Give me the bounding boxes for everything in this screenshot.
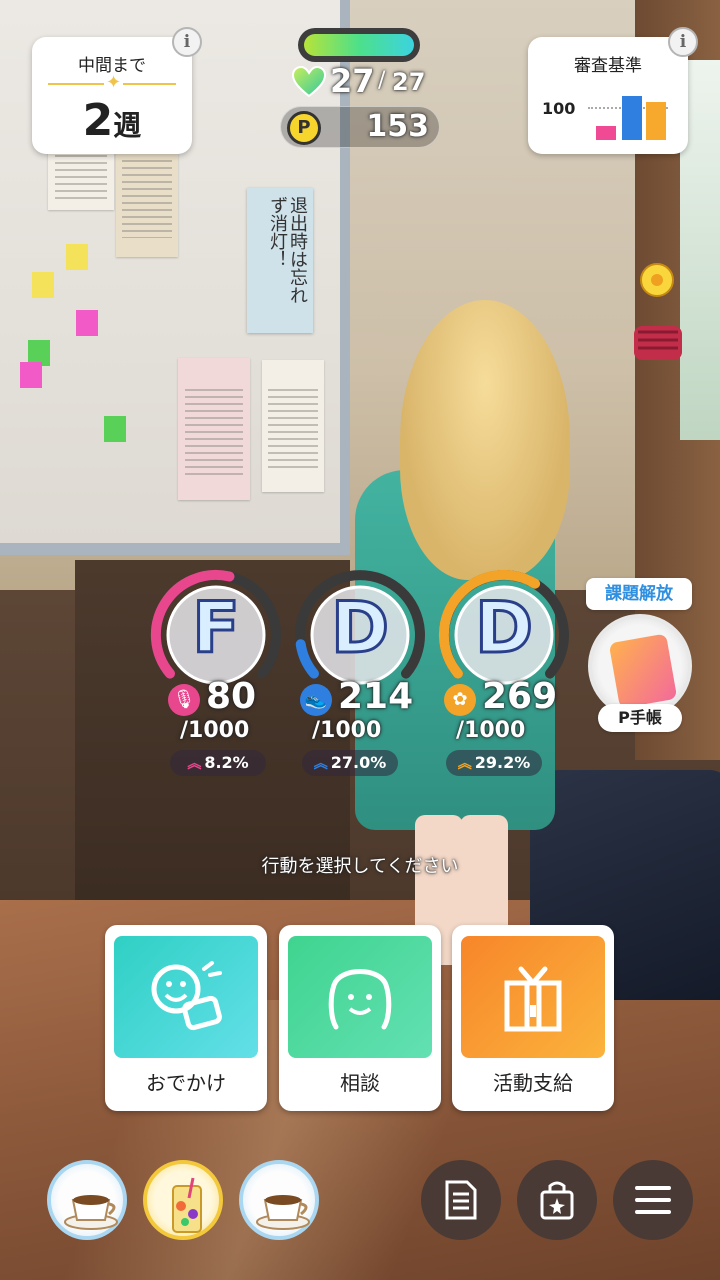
evaluation-criteria-card[interactable]: 審査基準 100 [528, 37, 688, 154]
poster-text: 退出時は忘れず消灯！ [267, 196, 308, 304]
stat-values-visual: ✿ 269 /1000 ︽ 29.2% [444, 676, 594, 794]
notebook-icon [608, 633, 678, 709]
criteria-bar-visual [646, 102, 666, 140]
criteria-label: 審査基準 [574, 56, 642, 76]
action-prompt: 行動を選択してください [261, 856, 459, 877]
sticky-note [20, 362, 42, 388]
task-unlock-label: 課題解放 [586, 578, 692, 610]
weeks-remaining: 2週 [32, 95, 192, 146]
rank-letter: D [329, 586, 390, 671]
stamina-current: 27 [330, 62, 375, 100]
activity-supply-label: 活動支給 [493, 1071, 573, 1095]
info-icon[interactable]: i [172, 27, 202, 57]
weeks-number: 2 [82, 95, 114, 146]
log-button[interactable] [421, 1160, 501, 1240]
item-box-button[interactable] [517, 1160, 597, 1240]
sticky-note [76, 310, 98, 336]
main-menu-button[interactable] [613, 1160, 693, 1240]
board-paper [262, 360, 324, 492]
p-points-display: P 153 [280, 106, 440, 148]
criteria-bar-dance [622, 96, 642, 140]
shoe-icon: 👟 [300, 684, 332, 716]
criteria-bar-vocal [596, 126, 616, 140]
hamburger-menu-icon [635, 1186, 671, 1214]
drink-item-slot-fruit[interactable] [143, 1160, 223, 1240]
p-notebook-label: P手帳 [598, 704, 682, 732]
rank-letter: D [473, 586, 534, 671]
sticky-note [66, 244, 88, 270]
heart-icon [292, 66, 326, 98]
microphone-icon: 🎙 [168, 684, 200, 716]
consult-label: 相談 [340, 1071, 380, 1095]
gift-icon [504, 966, 562, 1032]
idol-character-hair [400, 300, 570, 580]
info-icon[interactable]: i [668, 27, 698, 57]
stat-max: /1000 [456, 718, 526, 743]
p-notebook-button[interactable]: 課題解放 P手帳 [584, 578, 696, 733]
outing-icon [151, 961, 222, 1031]
sticky-note [104, 416, 126, 442]
sticky-note [32, 272, 54, 298]
stamina-fill [304, 34, 414, 56]
growth-rate-badge: ︽ 29.2% [446, 750, 542, 776]
activity-supply-tile [461, 936, 605, 1058]
activity-supply-action-button[interactable]: 活動支給 [452, 925, 614, 1111]
visual-icon: ✿ [444, 684, 476, 716]
stamina-max: 27 [392, 68, 426, 96]
drink-item-slot-coffee[interactable] [47, 1160, 127, 1240]
growth-rate-value: 8.2% [204, 753, 249, 772]
stat-value: 80 [206, 676, 257, 717]
board-paper [178, 358, 250, 500]
outing-action-button[interactable]: おでかけ [105, 925, 267, 1111]
p-coin-icon: P [287, 111, 321, 145]
coffee-cup-icon [64, 1195, 118, 1230]
fruit-drink-icon [172, 1177, 202, 1233]
lights-off-poster: 退出時は忘れず消灯！ [247, 188, 313, 333]
consult-action-button[interactable]: 相談 [279, 925, 441, 1111]
scarf-charm-icon [634, 326, 682, 360]
stat-value: 269 [482, 676, 558, 717]
outing-tile [114, 936, 258, 1058]
stat-max: /1000 [180, 718, 250, 743]
weeks-unit: 週 [113, 109, 142, 142]
drink-item-slot-coffee[interactable] [239, 1160, 319, 1240]
double-up-arrow-icon: ︽ [457, 756, 472, 772]
coffee-cup-icon [256, 1195, 310, 1230]
stamina-counter: 27 / 27 [292, 62, 442, 102]
consult-icon [328, 969, 392, 1030]
rank-letter: F [191, 586, 242, 671]
growth-rate-value: 29.2% [474, 753, 531, 772]
item-box-icon [540, 1181, 574, 1220]
consult-tile [288, 936, 432, 1058]
p-points-amount: 153 [366, 109, 429, 144]
document-icon [445, 1180, 477, 1220]
growth-rate-value: 27.0% [330, 753, 387, 772]
stat-values-dance: 👟 214 /1000 ︽ 27.0% [300, 676, 450, 794]
growth-rate-badge: ︽ 27.0% [302, 750, 398, 776]
outing-label: おでかけ [146, 1071, 226, 1095]
flower-charm-icon [640, 263, 674, 297]
p-notebook-circle [588, 614, 692, 718]
growth-rate-badge: ︽ 8.2% [170, 750, 266, 776]
stat-max: /1000 [312, 718, 382, 743]
stamina-gauge [298, 28, 420, 62]
double-up-arrow-icon: ︽ [313, 756, 328, 772]
stat-value: 214 [338, 676, 414, 717]
double-up-arrow-icon: ︽ [187, 756, 202, 772]
sparkle-icon: ✦ [104, 72, 124, 93]
midterm-countdown-card[interactable]: 中間まで ✦ 2週 [32, 37, 192, 154]
criteria-value: 100 [542, 99, 576, 118]
